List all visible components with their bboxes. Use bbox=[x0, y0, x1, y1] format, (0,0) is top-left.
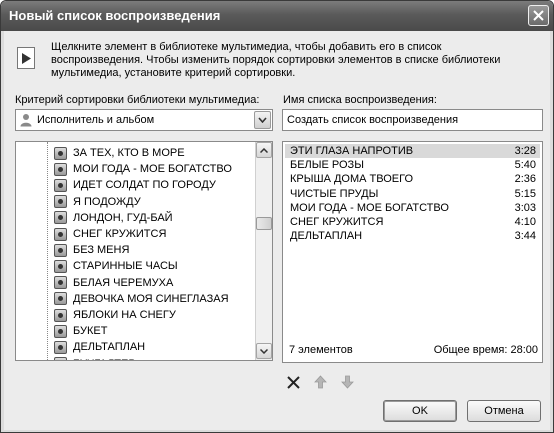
library-item-title: ДЕВОЧКА МОЯ СИНЕГЛАЗАЯ bbox=[73, 292, 229, 305]
library-item[interactable]: БУКЕТ bbox=[54, 323, 107, 339]
chevron-down-icon bbox=[260, 348, 268, 354]
arrow-up-icon bbox=[313, 375, 327, 389]
library-item-title: СТАРИННЫЕ ЧАСЫ bbox=[73, 260, 178, 273]
library-item[interactable]: ЯБЛОКИ НА СНЕГУ bbox=[54, 307, 176, 323]
playlist-row[interactable]: ЧИСТЫЕ ПРУДЫ 5:15 bbox=[285, 187, 540, 201]
playlist-name-input[interactable] bbox=[282, 109, 543, 131]
playlist-row-title: МОИ ГОДА - МОЕ БОГАТСТВО bbox=[290, 201, 449, 214]
total-time: Общее время: 28:00 bbox=[433, 344, 538, 356]
library-item[interactable]: БУХГАЛТЕР bbox=[54, 356, 136, 360]
song-icon bbox=[54, 292, 67, 306]
playlist-row[interactable]: БЕЛЫЕ РОЗЫ 5:40 bbox=[285, 158, 540, 172]
song-icon bbox=[54, 340, 67, 354]
cancel-button[interactable]: Отмена bbox=[467, 400, 541, 422]
sort-criteria-value: Исполнитель и альбом bbox=[37, 114, 155, 126]
library-item[interactable]: БЕЛАЯ ЧЕРЕМУХА bbox=[54, 275, 173, 291]
playlist-list: ЭТИ ГЛАЗА НАПРОТИВ 3:28 БЕЛЫЕ РОЗЫ 5:40 КРЫШ… bbox=[282, 141, 543, 363]
close-button[interactable] bbox=[528, 5, 549, 26]
playlist-row-duration: 2:36 bbox=[514, 173, 536, 186]
sort-criteria-select[interactable]: Исполнитель и альбом bbox=[15, 109, 273, 131]
song-icon bbox=[54, 259, 67, 273]
song-icon bbox=[54, 324, 67, 338]
library-list: ЗА ТЕХ, КТО В МОРЕ МОИ ГОДА - МОЕ БОГАТСТ… bbox=[15, 141, 273, 361]
remove-icon bbox=[286, 375, 300, 389]
person-icon bbox=[20, 114, 32, 127]
library-item[interactable]: ЛОНДОН, ГУД-БАЙ bbox=[54, 210, 173, 226]
library-item[interactable]: БЕЗ МЕНЯ bbox=[54, 242, 129, 258]
library-item-title: ЛОНДОН, ГУД-БАЙ bbox=[73, 211, 173, 224]
library-item[interactable]: ДЕВОЧКА МОЯ СИНЕГЛАЗАЯ bbox=[54, 291, 229, 307]
playlist-row-duration: 3:28 bbox=[514, 145, 536, 157]
library-item[interactable]: СНЕГ КРУЖИТСЯ bbox=[54, 226, 166, 242]
playlist-row-duration: 4:10 bbox=[514, 216, 536, 228]
song-icon bbox=[54, 357, 67, 360]
dialog-body: Щелкните элемент в библиотеке мультимеди… bbox=[4, 31, 550, 430]
library-item-title: СНЕГ КРУЖИТСЯ bbox=[73, 228, 167, 240]
song-icon bbox=[54, 227, 67, 241]
playlist-row-title: ЭТИ ГЛАЗА НАПРОТИВ bbox=[290, 145, 414, 157]
playlist-row-title: БЕЛЫЕ РОЗЫ bbox=[290, 159, 364, 172]
library-item[interactable]: ИДЕТ СОЛДАТ ПО ГОРОДУ bbox=[54, 177, 216, 193]
playlist-row[interactable]: КРЫША ДОМА ТВОЕГО 2:36 bbox=[285, 172, 540, 186]
playlist-row-duration: 3:03 bbox=[514, 201, 536, 214]
library-scrollbar[interactable] bbox=[255, 142, 272, 360]
dialog-window: Новый список воспроизведения Щелкните эл… bbox=[0, 0, 554, 433]
play-info-icon bbox=[17, 47, 35, 69]
song-icon bbox=[54, 276, 67, 290]
tree-guide-line bbox=[47, 142, 48, 360]
song-icon bbox=[54, 195, 67, 209]
library-item-title: ЗА ТЕХ, КТО В МОРЕ bbox=[73, 147, 185, 159]
title-bar: Новый список воспроизведения bbox=[1, 1, 553, 31]
library-item[interactable]: МОИ ГОДА - МОЕ БОГАТСТВО bbox=[54, 161, 232, 177]
instructions-text: Щелкните элемент в библиотеке мультимеди… bbox=[51, 41, 501, 79]
playlist-row[interactable]: СНЕГ КРУЖИТСЯ 4:10 bbox=[285, 215, 540, 229]
library-item[interactable]: ЗА ТЕХ, КТО В МОРЕ bbox=[54, 145, 185, 161]
chevron-up-icon bbox=[260, 147, 268, 153]
sort-dropdown-button[interactable] bbox=[254, 111, 271, 129]
song-icon bbox=[54, 308, 67, 322]
library-item-title: МОИ ГОДА - МОЕ БОГАТСТВО bbox=[73, 163, 232, 176]
library-item-title: БУХГАЛТЕР bbox=[73, 358, 136, 360]
remove-button[interactable] bbox=[284, 373, 302, 391]
scroll-up-button[interactable] bbox=[256, 142, 272, 158]
window-title: Новый список воспроизведения bbox=[9, 8, 221, 23]
playlist-row-duration: 5:40 bbox=[514, 159, 536, 172]
scroll-thumb[interactable] bbox=[256, 217, 272, 230]
playlist-row[interactable]: ЭТИ ГЛАЗА НАПРОТИВ 3:28 bbox=[285, 144, 540, 158]
playlist-row[interactable]: ДЕЛЬТАПЛАН 3:44 bbox=[285, 229, 540, 243]
item-count: 7 элементов bbox=[289, 344, 353, 356]
ok-button[interactable]: OK bbox=[383, 400, 457, 422]
playlist-row[interactable]: МОИ ГОДА - МОЕ БОГАТСТВО 3:03 bbox=[285, 201, 540, 215]
library-item-title: Я ПОДОЖДУ bbox=[73, 195, 141, 208]
library-item[interactable]: ДЕЛЬТАПЛАН bbox=[54, 339, 145, 355]
library-item[interactable]: Я ПОДОЖДУ bbox=[54, 194, 141, 210]
scroll-down-button[interactable] bbox=[256, 343, 272, 359]
library-item-title: БЕЗ МЕНЯ bbox=[73, 244, 130, 257]
playlist-row-title: ДЕЛЬТАПЛАН bbox=[290, 230, 363, 243]
playlist-row-title: ЧИСТЫЕ ПРУДЫ bbox=[290, 187, 379, 200]
song-icon bbox=[54, 178, 67, 192]
library-item-title: ЯБЛОКИ НА СНЕГУ bbox=[73, 309, 176, 321]
song-icon bbox=[54, 211, 67, 225]
playlist-name-label: Имя списка воспроизведения: bbox=[283, 94, 437, 106]
library-item-title: ИДЕТ СОЛДАТ ПО ГОРОДУ bbox=[73, 179, 216, 192]
song-icon bbox=[54, 146, 67, 160]
song-icon bbox=[54, 243, 67, 257]
library-item-title: ДЕЛЬТАПЛАН bbox=[73, 341, 146, 354]
library-item[interactable]: СТАРИННЫЕ ЧАСЫ bbox=[54, 258, 178, 274]
close-icon bbox=[533, 10, 544, 21]
sort-label: Критерий сортировки библиотеки мультимед… bbox=[15, 94, 260, 106]
library-item-title: БУКЕТ bbox=[73, 325, 108, 338]
playlist-row-title: СНЕГ КРУЖИТСЯ bbox=[290, 216, 384, 228]
chevron-down-icon bbox=[258, 117, 267, 123]
move-down-button[interactable] bbox=[338, 373, 356, 391]
playlist-row-title: КРЫША ДОМА ТВОЕГО bbox=[290, 173, 413, 186]
library-item-title: БЕЛАЯ ЧЕРЕМУХА bbox=[73, 276, 174, 289]
playlist-row-duration: 3:44 bbox=[514, 230, 536, 243]
arrow-down-icon bbox=[340, 375, 354, 389]
playlist-row-duration: 5:15 bbox=[514, 187, 536, 200]
song-icon bbox=[54, 162, 67, 176]
move-up-button[interactable] bbox=[311, 373, 329, 391]
